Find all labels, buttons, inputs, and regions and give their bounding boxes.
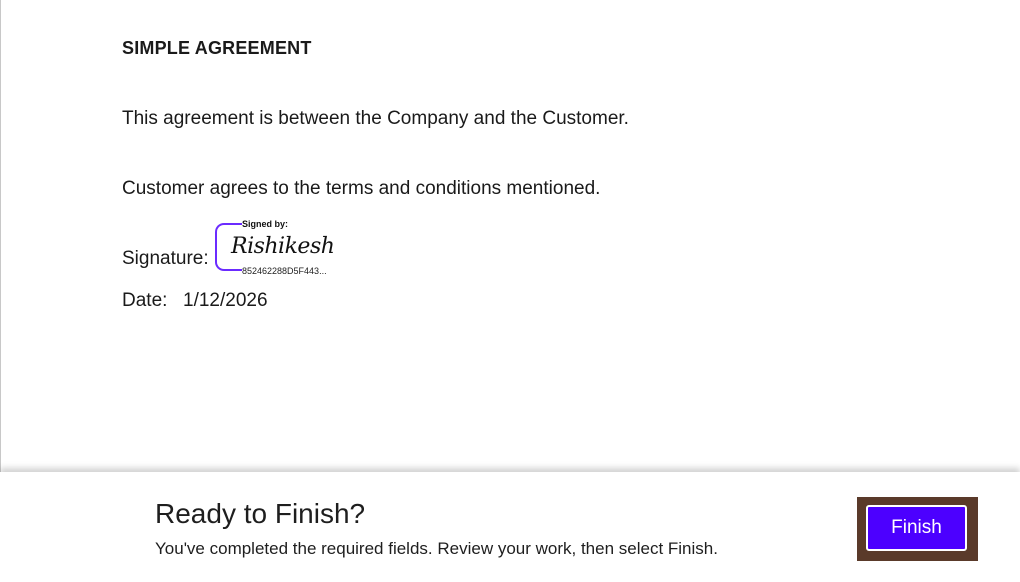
- agreement-paragraph: This agreement is between the Company an…: [122, 108, 629, 129]
- document-viewer: SIMPLE AGREEMENT This agreement is betwe…: [0, 0, 1020, 472]
- signature-stamp[interactable]: Signed by: Rishikesh 852462288D5F443...: [215, 216, 335, 278]
- footer-title: Ready to Finish?: [155, 498, 366, 529]
- document-title: SIMPLE AGREEMENT: [122, 38, 312, 58]
- signature-label: Signature:: [122, 248, 209, 269]
- footer-subtitle: You've completed the required fields. Re…: [155, 539, 718, 558]
- date-value: 1/12/2026: [183, 290, 268, 311]
- finish-focus-ring: Finish: [857, 497, 978, 561]
- signature-handwriting: Rishikesh: [231, 234, 335, 259]
- signature-id: 852462288D5F443...: [242, 266, 327, 276]
- finish-button[interactable]: Finish: [866, 505, 967, 551]
- terms-paragraph: Customer agrees to the terms and conditi…: [122, 178, 601, 199]
- date-label: Date:: [122, 290, 168, 311]
- signed-by-label: Signed by:: [242, 219, 289, 229]
- finish-footer: Ready to Finish? You've completed the re…: [0, 472, 1020, 582]
